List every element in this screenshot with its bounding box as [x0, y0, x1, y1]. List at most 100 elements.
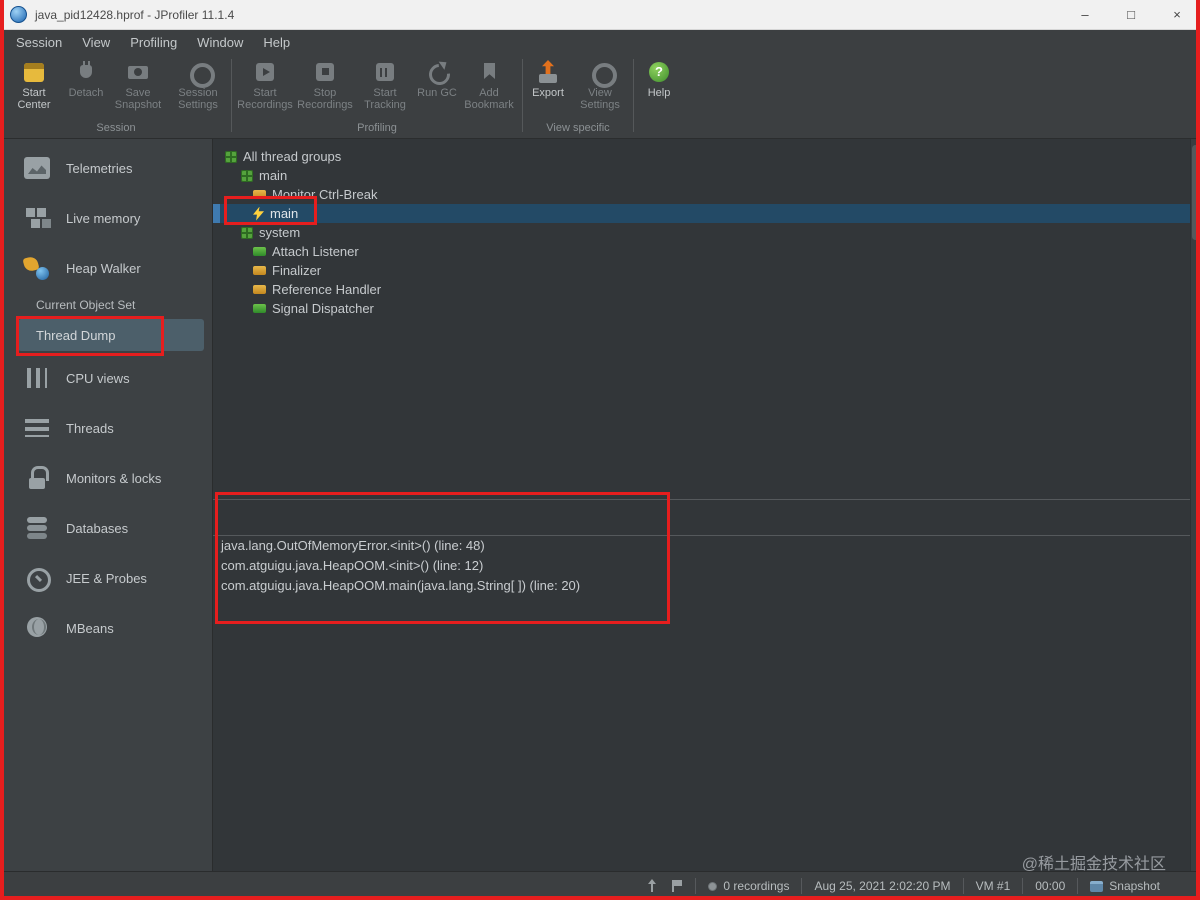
- sidebar-item-monitors-locks[interactable]: Monitors & locks: [0, 453, 212, 503]
- sidebar-item-heap-walker[interactable]: Heap Walker: [0, 243, 212, 293]
- toolbar-group-view-specific: Export View Settings View specific: [526, 53, 630, 138]
- thread-waiting-icon: [253, 266, 266, 275]
- sidebar-item-jee-probes[interactable]: JEE & Probes: [0, 553, 212, 603]
- thread-group-icon: [241, 226, 253, 239]
- padlock-icon: [20, 464, 54, 492]
- stack-panel-header: [213, 500, 1200, 536]
- thread-waiting-icon: [253, 190, 266, 199]
- export-button[interactable]: Export: [526, 57, 570, 102]
- menu-view[interactable]: View: [72, 33, 120, 52]
- tree-row-reference-handler[interactable]: Reference Handler: [213, 280, 1200, 299]
- start-tracking-button[interactable]: Start Tracking: [355, 57, 415, 114]
- tree-row-main-group[interactable]: main: [213, 166, 1200, 185]
- tree-row-system-group[interactable]: system: [213, 223, 1200, 242]
- sidebar-item-databases[interactable]: Databases: [0, 503, 212, 553]
- pin-icon[interactable]: [645, 879, 659, 893]
- current-object-set-label: Current Object Set: [36, 298, 136, 312]
- menu-session[interactable]: Session: [6, 33, 72, 52]
- statusbar-separator: [801, 878, 803, 894]
- menu-window[interactable]: Window: [187, 33, 253, 52]
- add-bookmark-icon: [476, 60, 502, 84]
- sidebar-item-cpu-views[interactable]: CPU views: [0, 353, 212, 403]
- toolbar-separator: [633, 59, 634, 132]
- view-settings-button[interactable]: View Settings: [570, 57, 630, 114]
- run-gc-icon: [424, 60, 450, 84]
- view-settings-gear-icon: [587, 60, 617, 88]
- snapshot-label: Snapshot: [1109, 879, 1160, 893]
- menu-help[interactable]: Help: [253, 33, 300, 52]
- stack-frame[interactable]: com.atguigu.java.HeapOOM.main(java.lang.…: [213, 576, 1200, 596]
- elapsed-time: 00:00: [1035, 879, 1066, 893]
- sidebar-item-live-memory[interactable]: Live memory: [0, 193, 212, 243]
- watermark: @稀土掘金技术社区: [1021, 856, 1166, 873]
- menu-bar: Session View Profiling Window Help: [0, 31, 1200, 53]
- sidebar-item-telemetries[interactable]: Telemetries: [0, 143, 212, 193]
- statusbar-separator: [1022, 878, 1024, 894]
- toolbar-separator: [231, 59, 232, 132]
- run-gc-button[interactable]: Run GC: [415, 57, 459, 102]
- telemetries-icon: [20, 154, 54, 182]
- tree-row-signal-dispatcher[interactable]: Signal Dispatcher: [213, 299, 1200, 318]
- gauge-icon: [20, 564, 54, 592]
- toolbar-group-help: Help: [637, 53, 681, 138]
- export-icon: [535, 60, 561, 84]
- selection-marker: [213, 204, 220, 223]
- stop-recordings-button[interactable]: Stop Recordings: [295, 57, 355, 114]
- tree-row-finalizer[interactable]: Finalizer: [213, 261, 1200, 280]
- tree-row-attach-listener[interactable]: Attach Listener: [213, 242, 1200, 261]
- close-button[interactable]: ×: [1154, 0, 1200, 29]
- jprofiler-app-icon: [10, 6, 27, 23]
- statusbar-separator: [1077, 878, 1079, 894]
- scrollbar-thumb[interactable]: [1192, 145, 1199, 240]
- databases-icon: [20, 514, 54, 542]
- vertical-scrollbar[interactable]: [1190, 139, 1200, 871]
- sidebar-item-threads[interactable]: Threads: [0, 403, 212, 453]
- statusbar-separator: [695, 878, 697, 894]
- status-bar: 0 recordings Aug 25, 2021 2:02:20 PM VM …: [0, 871, 1200, 900]
- toolbar-group-session: Start Center Detach Save Snapshot Sessio…: [4, 53, 228, 138]
- save-snapshot-button[interactable]: Save Snapshot: [108, 57, 168, 114]
- detach-button[interactable]: Detach: [64, 57, 108, 102]
- status-timestamp: Aug 25, 2021 2:02:20 PM: [814, 879, 951, 893]
- window-title: java_pid12428.hprof - JProfiler 11.1.4: [35, 7, 235, 22]
- start-recordings-icon: [252, 60, 278, 84]
- toolbar-group-label-profiling: Profiling: [357, 122, 397, 134]
- thread-runnable-icon: [253, 304, 266, 313]
- maximize-button[interactable]: □: [1108, 0, 1154, 29]
- start-center-icon: [21, 60, 47, 84]
- tree-row-monitor-ctrl-break[interactable]: Monitor Ctrl-Break: [213, 185, 1200, 204]
- toolbar-group-label-view-specific: View specific: [546, 122, 610, 134]
- snapshot-icon: [1090, 880, 1104, 892]
- flag-icon[interactable]: [669, 879, 683, 893]
- thread-group-icon: [241, 169, 253, 182]
- sidebar-item-mbeans[interactable]: MBeans: [0, 603, 212, 653]
- stack-trace-panel: java.lang.OutOfMemoryError.<init>() (lin…: [213, 499, 1200, 871]
- window-controls: – □ ×: [1062, 0, 1200, 29]
- stack-frame[interactable]: java.lang.OutOfMemoryError.<init>() (lin…: [213, 536, 1200, 556]
- stop-recordings-icon: [312, 60, 338, 84]
- menu-profiling[interactable]: Profiling: [120, 33, 187, 52]
- toolbar-group-label-session: Session: [96, 122, 136, 134]
- tree-row-main-thread[interactable]: main: [213, 204, 1200, 223]
- help-button[interactable]: Help: [637, 57, 681, 102]
- help-icon: [646, 60, 672, 84]
- session-settings-gear-icon: [185, 60, 215, 88]
- record-indicator-icon: [708, 881, 718, 891]
- tree-row-all-thread-groups[interactable]: All thread groups: [213, 147, 1200, 166]
- stack-frame[interactable]: com.atguigu.java.HeapOOM.<init>() (line:…: [213, 556, 1200, 576]
- minimize-button[interactable]: –: [1062, 0, 1108, 29]
- globe-icon: [20, 614, 54, 642]
- thread-running-bolt-icon: [253, 206, 264, 221]
- sidebar-item-thread-dump[interactable]: Thread Dump: [18, 319, 204, 351]
- add-bookmark-button[interactable]: Add Bookmark: [459, 57, 519, 114]
- live-memory-icon: [20, 204, 54, 232]
- session-settings-button[interactable]: Session Settings: [168, 57, 228, 114]
- start-tracking-icon: [372, 60, 398, 84]
- heap-walker-icon: [20, 254, 54, 282]
- toolbar-group-profiling: Start Recordings Stop Recordings Start T…: [235, 53, 519, 138]
- start-center-button[interactable]: Start Center: [4, 57, 64, 114]
- thread-group-icon: [225, 150, 237, 163]
- thread-groups-tree: All thread groups main Monitor Ctrl-Brea…: [213, 139, 1200, 499]
- thread-waiting-icon: [253, 285, 266, 294]
- start-recordings-button[interactable]: Start Recordings: [235, 57, 295, 114]
